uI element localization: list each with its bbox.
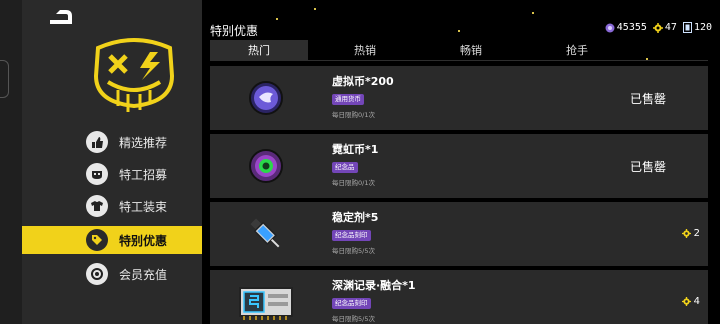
thumbs-up-icon [86, 131, 108, 153]
shop-screen: 精选推荐 特工招募 特工装束 特别优惠 会员充值 特别优惠 45355 47 1… [0, 0, 720, 324]
product-card[interactable]: 霓虹币*1 纪念品 每日限购0/1次 已售罄 [210, 134, 708, 198]
tab-best-seller[interactable]: 热销 [316, 40, 414, 60]
tab-in-demand[interactable]: 抢手 [528, 40, 626, 60]
sidebar-item-label: 特工招募 [119, 168, 168, 182]
product-badge: 通用货币 [332, 94, 364, 105]
currency-gear: 47 [652, 22, 677, 33]
sold-out-label: 已售罄 [629, 160, 666, 174]
product-name: 稳定剂*5 [332, 211, 379, 224]
product-purchase-limit: 每日限购5/5次 [332, 315, 375, 323]
member-coin-icon [86, 263, 108, 285]
tab-popular[interactable]: 畅销 [422, 40, 520, 60]
currency-value: 47 [664, 22, 677, 33]
product-badge: 纪念品刻印 [332, 230, 371, 241]
price-value: 2 [693, 228, 700, 239]
product-price: 2 [681, 228, 700, 239]
sidebar-item-label: 特工装束 [119, 200, 168, 214]
ticket-icon [682, 22, 692, 33]
product-name: 虚拟币*200 [332, 75, 394, 88]
product-card[interactable]: 虚拟币*200 通用货币 每日限购0/1次 已售罄 [210, 66, 708, 130]
sidebar-item-membership[interactable]: 会员充值 [22, 260, 202, 288]
back-arrow-icon [50, 10, 72, 24]
sidebar-item-label: 会员充值 [119, 268, 168, 282]
currency-ticket: 120 [682, 22, 712, 33]
sidebar-item-outfit[interactable]: 特工装束 [22, 192, 202, 220]
shop-main-panel: 特别优惠 45355 47 120 热门 热销 畅销 抢手 虚拟币*200 通用… [202, 0, 720, 324]
gold-gear-icon [681, 297, 691, 306]
sidebar-item-special-offer[interactable]: 特别优惠 [22, 226, 205, 254]
sidebar-item-featured[interactable]: 精选推荐 [22, 128, 202, 156]
sidebar-item-recruit[interactable]: 特工招募 [22, 160, 202, 188]
tab-hot[interactable]: 热门 [210, 40, 308, 60]
sidebar-item-label: 精选推荐 [119, 136, 168, 150]
currency-bar: 45355 47 120 [605, 22, 712, 33]
product-price: 4 [681, 296, 700, 307]
left-edge-strip [0, 0, 22, 324]
virtual-coin-icon [249, 81, 283, 115]
abyss-record-card-icon [239, 287, 293, 320]
product-name: 深渊记录·融合*1 [332, 279, 416, 292]
product-card[interactable]: 深渊记录·融合*1 纪念品刻印 每日限购5/5次 4 [210, 270, 708, 324]
sale-tag-icon [86, 229, 108, 251]
sold-out-label: 已售罄 [629, 92, 666, 106]
product-name: 霓虹币*1 [332, 143, 379, 156]
gold-gear-icon [652, 22, 663, 33]
sidebar-item-label: 特别优惠 [119, 234, 168, 248]
product-badge: 纪念品刻印 [332, 298, 371, 309]
neon-coin-icon [249, 149, 283, 183]
product-purchase-limit: 每日限购0/1次 [332, 111, 375, 119]
category-tabs: 热门 热销 畅销 抢手 [210, 40, 708, 61]
currency-value: 45355 [616, 22, 647, 33]
product-card[interactable]: 稳定剂*5 纪念品刻印 每日限购5/5次 2 [210, 202, 708, 266]
product-purchase-limit: 每日限购0/1次 [332, 179, 375, 187]
gold-gear-icon [681, 229, 691, 238]
currency-value: 120 [693, 22, 712, 33]
agent-mask-icon [86, 163, 108, 185]
purple-coin-icon [605, 23, 615, 32]
price-value: 4 [693, 296, 700, 307]
product-badge: 纪念品 [332, 162, 358, 173]
currency-virtual: 45355 [605, 22, 647, 33]
back-button[interactable] [46, 6, 76, 28]
brand-logo-icon [93, 38, 175, 112]
stabilizer-syringe-icon [250, 218, 280, 248]
outfit-icon [86, 195, 108, 217]
sidebar: 精选推荐 特工招募 特工装束 特别优惠 会员充值 [22, 0, 205, 324]
product-purchase-limit: 每日限购5/5次 [332, 247, 375, 255]
page-title: 特别优惠 [210, 24, 259, 38]
